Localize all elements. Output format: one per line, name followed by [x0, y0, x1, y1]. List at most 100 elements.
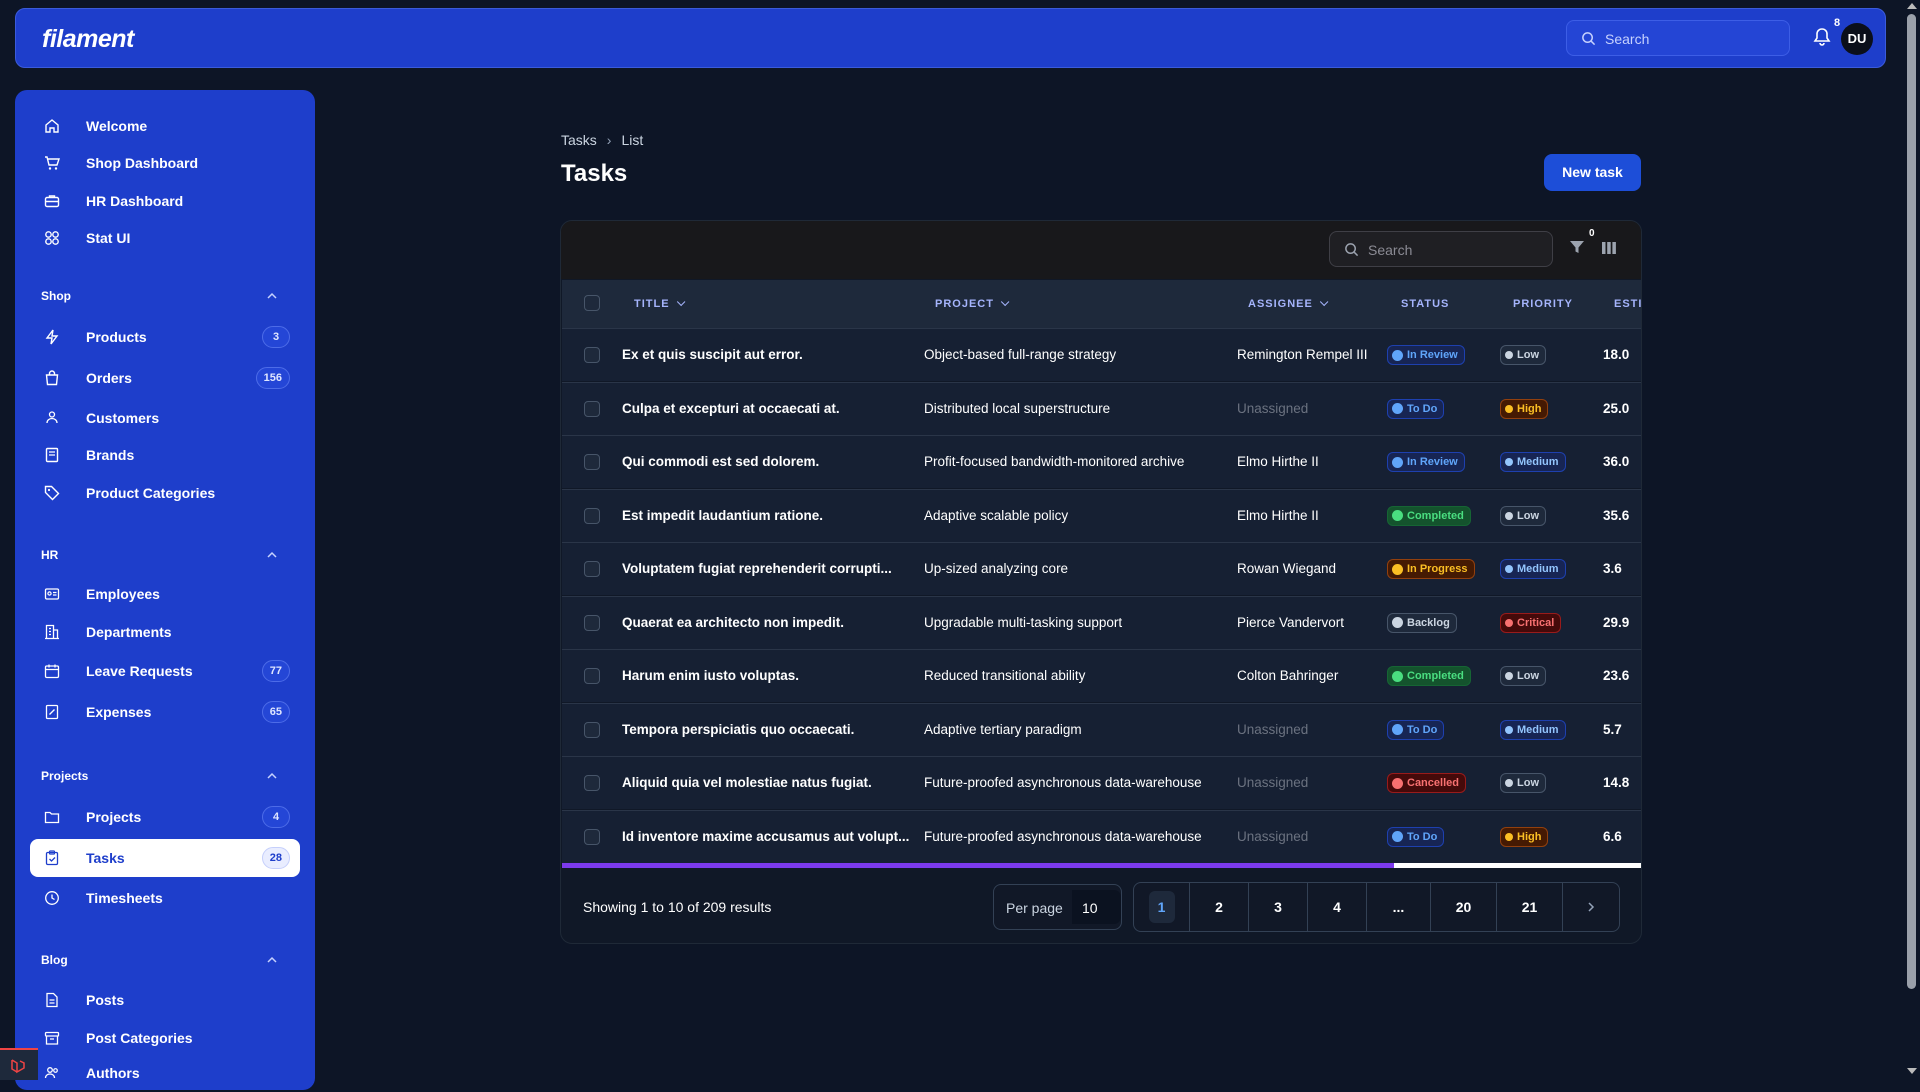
page-button[interactable]: 1 — [1134, 883, 1190, 931]
status-label: In Review — [1407, 349, 1458, 361]
table-scroll-thumb[interactable] — [562, 863, 1394, 868]
table-horizontal-scrollbar[interactable] — [562, 863, 1641, 868]
task-title[interactable]: Quaerat ea architecto non impedit. — [622, 615, 844, 630]
sidebar-item-customers[interactable]: Customers — [30, 399, 300, 437]
chevron-up-icon[interactable] — [267, 291, 277, 301]
row-checkbox[interactable] — [584, 347, 600, 363]
per-page-value[interactable]: 10 — [1072, 890, 1121, 924]
sidebar-item-stat-ui[interactable]: Stat UI — [30, 219, 300, 257]
task-estimate: 23.6 — [1603, 668, 1630, 683]
sidebar-item-welcome[interactable]: Welcome — [30, 107, 300, 145]
row-checkbox[interactable] — [584, 775, 600, 791]
status-badge: Backlog — [1387, 612, 1457, 633]
table-row[interactable]: Qui commodi est sed dolorem. Profit-focus… — [562, 435, 1641, 488]
scroll-thumb[interactable] — [1907, 14, 1916, 989]
sidebar-item-timesheets[interactable]: Timesheets — [30, 879, 300, 917]
column-header-project[interactable]: PROJECT — [935, 297, 1010, 310]
task-title[interactable]: Harum enim iusto voluptas. — [622, 668, 799, 683]
chevron-up-icon — [1505, 832, 1513, 841]
page-button[interactable]: ... — [1367, 883, 1431, 931]
table-row[interactable]: Est impedit laudantium ratione. Adaptive … — [562, 488, 1641, 542]
bell-icon[interactable] — [1813, 27, 1831, 47]
status-label: In Progress — [1407, 563, 1468, 575]
sidebar-item-label: Employees — [86, 586, 160, 602]
table-row[interactable]: Quaerat ea architecto non impedit. Upgrad… — [562, 595, 1641, 649]
column-header-title[interactable]: TITLE — [634, 297, 685, 310]
sidebar-group-blog[interactable]: Blog — [41, 953, 68, 967]
filter-icon[interactable] — [1569, 239, 1585, 255]
task-title[interactable]: Tempora perspiciatis quo occaecati. — [622, 722, 854, 737]
task-title[interactable]: Est impedit laudantium ratione. — [622, 508, 823, 523]
new-task-button[interactable]: New task — [1544, 154, 1641, 191]
task-title[interactable]: Ex et quis suscipit aut error. — [622, 347, 803, 362]
sidebar-item-departments[interactable]: Departments — [30, 613, 300, 651]
table-row[interactable]: Culpa et excepturi at occaecati at. Distr… — [562, 381, 1641, 435]
scroll-up-arrow[interactable] — [1907, 3, 1917, 9]
sidebar-item-authors[interactable]: Authors — [30, 1054, 300, 1092]
sidebar-item-tasks[interactable]: Tasks 28 — [30, 839, 300, 877]
sidebar-item-leave-requests[interactable]: Leave Requests 77 — [30, 652, 300, 690]
columns-icon[interactable] — [1601, 241, 1617, 255]
row-checkbox[interactable] — [584, 561, 600, 577]
table-search-input[interactable]: Search — [1329, 231, 1553, 267]
global-search-input[interactable]: Search — [1566, 20, 1790, 56]
sidebar-group-shop[interactable]: Shop — [41, 289, 71, 303]
sidebar-item-projects[interactable]: Projects 4 — [30, 798, 300, 836]
sidebar-group-hr[interactable]: HR — [41, 548, 58, 562]
task-title[interactable]: Aliquid quia vel molestiae natus fugiat. — [622, 775, 872, 790]
next-page-button[interactable] — [1563, 883, 1619, 931]
row-checkbox[interactable] — [584, 400, 600, 417]
task-title[interactable]: Voluptatem fugiat reprehenderit corrupti… — [622, 561, 892, 576]
row-checkbox[interactable] — [584, 828, 600, 845]
table-row[interactable]: Voluptatem fugiat reprehenderit corrupti… — [562, 542, 1641, 595]
sidebar-item-products[interactable]: Products 3 — [30, 318, 300, 356]
column-header-assignee[interactable]: ASSIGNEE — [1248, 297, 1329, 310]
user-avatar[interactable]: DU — [1841, 23, 1873, 55]
sidebar-item-label: Authors — [86, 1065, 140, 1081]
sidebar-item-product-categories[interactable]: Product Categories — [30, 474, 300, 512]
row-checkbox[interactable] — [584, 668, 600, 684]
task-title[interactable]: Qui commodi est sed dolorem. — [622, 454, 819, 469]
table-row[interactable]: Aliquid quia vel molestiae natus fugiat.… — [562, 756, 1641, 809]
page-button[interactable]: 3 — [1249, 883, 1308, 931]
row-checkbox[interactable] — [584, 454, 600, 470]
table-row[interactable]: Tempora perspiciatis quo occaecati. Adapt… — [562, 702, 1641, 756]
x-circle-icon — [1392, 777, 1403, 789]
sidebar-item-expenses[interactable]: Expenses 65 — [30, 693, 300, 731]
per-page-select[interactable]: Per page 10 — [993, 884, 1122, 930]
page-button[interactable]: 21 — [1497, 883, 1563, 931]
chevron-up-icon[interactable] — [267, 771, 277, 781]
sidebar-item-posts[interactable]: Posts — [30, 981, 300, 1019]
table-row[interactable]: Ex et quis suscipit aut error. Object-bas… — [562, 328, 1641, 381]
row-checkbox[interactable] — [584, 721, 600, 738]
sidebar-item-orders[interactable]: Orders 156 — [30, 359, 300, 397]
page-button[interactable]: 20 — [1431, 883, 1497, 931]
row-checkbox[interactable] — [584, 614, 600, 631]
table-row[interactable]: Harum enim iusto voluptas. Reduced transi… — [562, 649, 1641, 702]
select-all-checkbox[interactable] — [584, 295, 600, 311]
debugbar-toggle[interactable] — [0, 1048, 38, 1080]
sidebar-item-hr-dashboard[interactable]: HR Dashboard — [30, 182, 300, 220]
task-title[interactable]: Culpa et excepturi at occaecati at. — [622, 401, 840, 416]
column-priority-label: PRIORITY — [1513, 298, 1573, 310]
sidebar-item-post-categories[interactable]: Post Categories — [30, 1019, 300, 1057]
table-row[interactable]: Id inventore maxime accusamus aut volupt… — [562, 809, 1641, 863]
breadcrumb-tasks-link[interactable]: Tasks — [561, 132, 597, 148]
status-badge: Cancelled — [1387, 773, 1466, 793]
page-button[interactable]: 2 — [1190, 883, 1249, 931]
row-checkbox[interactable] — [584, 507, 600, 524]
page-button[interactable]: 4 — [1308, 883, 1367, 931]
sidebar-item-brands[interactable]: Brands — [30, 436, 300, 474]
sidebar-item-employees[interactable]: Employees — [30, 575, 300, 613]
page-scrollbar[interactable] — [1903, 0, 1920, 1080]
chevron-up-icon[interactable] — [267, 955, 277, 965]
sidebar-item-shop-dashboard[interactable]: Shop Dashboard — [30, 144, 300, 182]
priority-badge: Low — [1500, 666, 1546, 686]
home-icon — [45, 119, 59, 133]
scroll-down-arrow[interactable] — [1907, 1068, 1917, 1074]
sidebar-group-projects[interactable]: Projects — [41, 769, 88, 783]
app-logo[interactable]: filament — [42, 25, 134, 54]
chevron-up-icon[interactable] — [267, 550, 277, 560]
sidebar-item-label: Products — [86, 329, 147, 345]
task-title[interactable]: Id inventore maxime accusamus aut volupt… — [622, 829, 909, 844]
